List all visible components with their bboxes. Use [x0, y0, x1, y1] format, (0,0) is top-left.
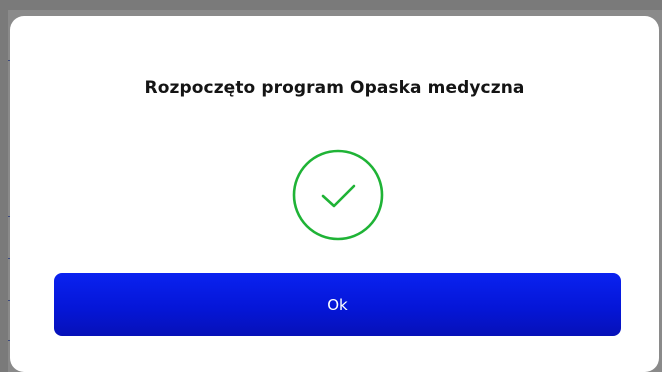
- ok-button[interactable]: Ok: [54, 273, 621, 336]
- checkmark: [321, 184, 356, 208]
- check-circle-icon: [292, 149, 384, 241]
- success-circle: [292, 149, 384, 241]
- dialog-title: Rozpoczęto program Opaska medyczna: [144, 78, 525, 98]
- check-circle-graphic: [292, 149, 384, 241]
- confirmation-dialog: Rozpoczęto program Opaska medyczna Ok: [10, 16, 659, 372]
